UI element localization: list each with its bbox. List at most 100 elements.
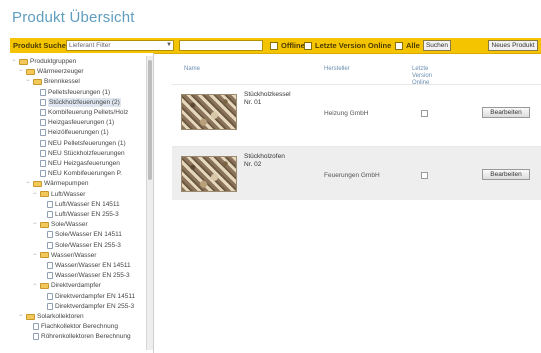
all-checkbox[interactable] [395,41,403,50]
product-maker: Feuerungen GmbH [324,172,380,179]
tree-item[interactable]: − Solarkollektoren [19,312,84,321]
document-icon [33,323,39,331]
document-icon [47,272,53,280]
search-button[interactable]: Suchen [423,40,451,51]
tree-item[interactable]: − Sole/Wasser [33,220,88,229]
tree-item-label: Direktverdampfer EN 14511 [55,292,136,300]
tree-item-label: Stückholzfeuerungen (2) [48,97,121,107]
collapse-toggle-icon[interactable]: − [33,220,39,229]
collapse-toggle-icon[interactable]: − [12,57,18,66]
tree-item-label: Pelletsfeuerungen (1) [48,88,111,96]
product-group-tree: − Produktgruppen − Wärmeerzeuger − Brennkesse… [10,53,154,353]
tree-item-label: Direktverdampfer [51,282,101,290]
tree-item[interactable]: − Wärmepumpen [26,179,88,188]
product-name-cell[interactable]: Stückholzkessel Nr. 01 [244,91,291,107]
tree-item[interactable]: − Wärmeerzeuger [19,67,84,76]
document-icon [40,149,46,157]
tree-item-label: Sole/Wasser EN 255-3 [55,241,121,249]
tree-scrollbar[interactable] [146,56,153,350]
tree-item-label: Röhrenkollektoren Berechnung [41,333,131,341]
tree-item[interactable]: NEU Pelletsfeuerungen (1) [33,139,126,148]
document-icon [40,139,46,147]
tree-item[interactable]: − Luft/Wasser [33,190,85,199]
tree-item[interactable]: Sole/Wasser EN 14511 [40,230,122,239]
folder-icon [33,180,42,187]
column-header-name[interactable]: Name [184,66,200,73]
last-version-checkbox[interactable] [304,41,312,50]
folder-icon [26,68,35,75]
column-header-maker[interactable]: Hersteller [324,66,350,73]
tree-scrollbar-thumb[interactable] [148,60,152,180]
tree-item[interactable]: Kombifeuerung Pellets/Holz [33,108,128,117]
document-icon [33,333,39,341]
document-icon [40,88,46,96]
tree-item[interactable]: Heizgasfeuerungen (1) [33,118,114,127]
collapse-toggle-icon[interactable]: − [19,67,25,76]
document-icon [40,119,46,127]
tree-item[interactable]: − Direktverdampfer [33,281,101,290]
document-icon [40,109,46,116]
table-row: Stückholzofen Nr. 02 Feuerungen GmbH Bea… [172,146,541,200]
tree-item-label: NEU Stückholzfeuerungen [48,149,125,157]
tree-item[interactable]: − Wasser/Wasser [33,251,96,260]
folder-icon [40,252,49,259]
tree-item-label: NEU Kombifeuerungen P. [48,170,122,178]
tree-item[interactable]: Heizölfeuerungen (1) [33,128,109,137]
offline-checkbox[interactable] [270,41,278,50]
edit-button[interactable]: Bearbeiten [482,107,530,118]
document-icon [47,292,53,300]
folder-icon [26,313,35,320]
tree-item-label: Heizölfeuerungen (1) [48,129,109,137]
collapse-toggle-icon[interactable]: − [26,179,32,188]
tree-item-label: Heizgasfeuerungen (1) [48,119,115,127]
tree-item-label: Luft/Wasser EN 14511 [55,200,120,208]
tree-item-label: Flachkollektor Berechnung [41,323,118,331]
collapse-toggle-icon[interactable]: − [33,281,39,290]
tree-item[interactable]: Sole/Wasser EN 255-3 [40,241,121,250]
tree-item-label: Direktverdampfer EN 255-3 [55,302,135,310]
document-icon [40,170,46,178]
tree-item-label: Wärmepumpen [44,180,89,188]
tree-item[interactable]: Wasser/Wasser EN 255-3 [40,271,130,280]
collapse-toggle-icon[interactable]: − [33,190,39,199]
collapse-toggle-icon[interactable]: − [33,251,39,260]
tree-item[interactable]: − Brennkessel [26,77,80,86]
tree-item[interactable]: Direktverdampfer EN 255-3 [40,302,134,311]
product-image [181,94,237,130]
tree-item[interactable]: Röhrenkollektoren Berechnung [26,332,131,341]
chevron-down-icon: ▼ [166,42,172,48]
document-icon [40,160,46,167]
tree-item[interactable]: Luft/Wasser EN 255-3 [40,210,119,219]
product-name: Stückholzofen [244,153,285,160]
category-select[interactable]: Lieferant Filter ▼ [66,40,174,51]
folder-icon [19,58,28,65]
online-status-indicator [421,110,428,117]
collapse-toggle-icon[interactable]: − [26,77,32,86]
tree-item[interactable]: NEU Stückholzfeuerungen [33,149,125,158]
tree-item-label: Wasser/Wasser [51,251,97,259]
tree-item-label: Sole/Wasser EN 14511 [55,231,122,239]
product-code: Nr. 01 [244,99,262,106]
collapse-toggle-icon[interactable]: − [19,312,25,321]
tree-item[interactable]: Stückholzfeuerungen (2) [33,97,121,107]
tree-item[interactable]: Luft/Wasser EN 14511 [40,200,120,209]
tree-item[interactable]: − Produktgruppen [12,57,76,66]
document-icon [47,200,53,208]
tree-item-label: Wasser/Wasser EN 255-3 [55,272,130,280]
new-product-button[interactable]: Neues Produkt [488,40,538,51]
tree-item[interactable]: Flachkollektor Berechnung [26,322,118,331]
tree-item[interactable]: Pelletsfeuerungen (1) [33,88,110,97]
search-toolbar: Produkt Suche: Lieferant Filter ▼ Offlin… [10,38,541,54]
product-name: Stückholzkessel [244,91,291,98]
tree-item[interactable]: NEU Heizgasfeuerungen [33,159,120,168]
tree-item[interactable]: Direktverdampfer EN 14511 [40,292,135,301]
edit-button[interactable]: Bearbeiten [482,169,530,180]
search-input[interactable] [179,40,263,51]
document-icon [47,241,53,249]
product-name-cell[interactable]: Stückholzofen Nr. 02 [244,153,285,169]
all-label: Alle [406,41,420,50]
tree-item-label: Wasser/Wasser EN 14511 [55,262,131,269]
tree-item[interactable]: Wasser/Wasser EN 14511 [40,261,131,270]
tree-item[interactable]: NEU Kombifeuerungen P. [33,169,122,178]
document-icon [47,211,53,218]
